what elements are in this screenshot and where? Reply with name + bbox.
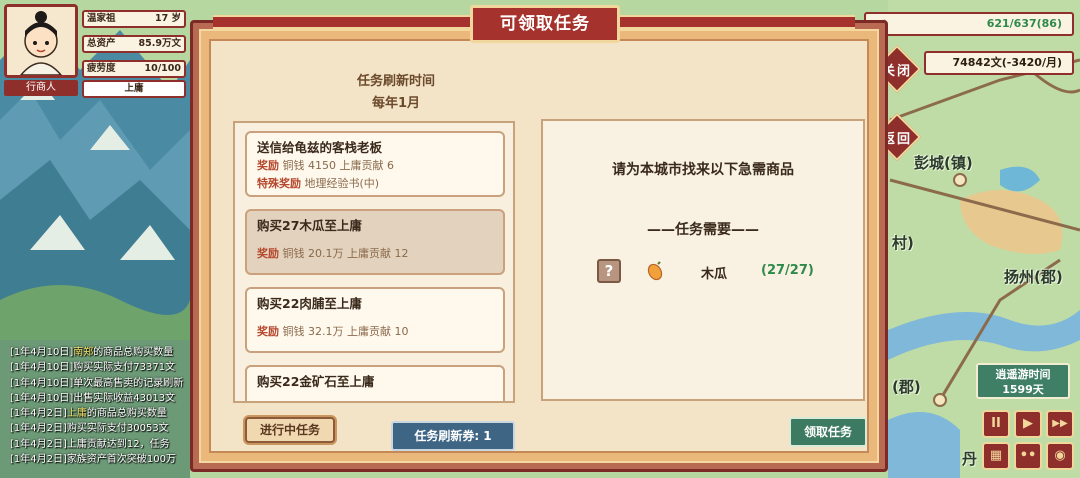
- dialog-frame: 任务刷新时间 每年1月 送信给龟兹的客栈老板 奖励 铜钱 4150 上庸贡献 6…: [199, 29, 879, 463]
- money-display: 74842文(-3420/月): [924, 51, 1074, 75]
- log-line: [1年4月2日]家族资产首次突破100万: [10, 454, 176, 466]
- task-title: 送信给龟兹的客栈老板: [257, 140, 383, 155]
- dialog-body: 任务刷新时间 每年1月 送信给龟兹的客栈老板 奖励 铜钱 4150 上庸贡献 6…: [209, 39, 869, 453]
- character-age: 17 岁: [154, 13, 181, 24]
- role-label: 行商人: [4, 80, 78, 96]
- assets-row: 总资产 85.9万文: [82, 35, 186, 53]
- event-log: [1年4月10日]南郑的商品总购买数量 [1年4月10日]购买实际支付73371…: [10, 345, 200, 467]
- task-dialog: 任务刷新时间 每年1月 送信给龟兹的客栈老板 奖励 铜钱 4150 上庸贡献 6…: [190, 5, 888, 472]
- assets-label: 总资产: [87, 38, 116, 49]
- task-list[interactable]: 送信给龟兹的客栈老板 奖励 铜钱 4150 上庸贡献 6 特殊奖励 地理经验书(…: [233, 121, 515, 403]
- caravan-capacity[interactable]: ♘ 621/637(86): [864, 12, 1074, 36]
- task-reward: 奖励 铜钱 20.1万 上庸贡献 12: [257, 247, 409, 260]
- in-progress-tasks-button[interactable]: 进行中任务: [245, 417, 335, 443]
- refresh-time-value: 每年1月: [371, 96, 421, 111]
- papaya-icon: [647, 261, 663, 281]
- fatigue-label: 疲劳度: [87, 63, 116, 74]
- travel-time-box: 逍遥游时间 1599天: [976, 363, 1070, 399]
- log-line: [1年4月10日]单次最高售卖的记录刷新: [10, 377, 184, 389]
- task-title: 购买22金矿石至上庸: [257, 374, 375, 389]
- refresh-ticket-button[interactable]: 任务刷新券: 1: [391, 421, 515, 451]
- task-reward: 奖励 铜钱 32.1万 上庸贡献 10: [257, 325, 409, 338]
- log-line: [1年4月10日]购买实际支付73371文: [10, 362, 176, 374]
- assets-value: 85.9万文: [138, 38, 181, 49]
- task-card[interactable]: 购买22金矿石至上庸: [245, 365, 505, 401]
- request-panel: 请为本城市找来以下急需商品 ——任务需要—— ? 木瓜 (27/27): [541, 119, 865, 401]
- location-row: 上庸: [82, 80, 186, 98]
- location-pin-icon[interactable]: ◉: [1046, 442, 1074, 470]
- fatigue-value: 10/100: [144, 63, 181, 74]
- travel-time-value: 1599天: [1002, 383, 1044, 396]
- current-location: 上庸: [124, 83, 144, 94]
- pause-button[interactable]: II: [982, 410, 1010, 438]
- task-title: 购买22肉脯至上庸: [257, 296, 362, 311]
- city-partial-cun[interactable]: 村): [892, 232, 914, 253]
- log-line: [1年4月2日]上庸贡献达到12，任务: [10, 438, 170, 450]
- log-line: [1年4月2日]上庸的商品总购买数量: [10, 408, 167, 420]
- task-card[interactable]: 购买22肉脯至上庸 奖励 铜钱 32.1万 上庸贡献 10: [245, 287, 505, 353]
- city-pengcheng[interactable]: 彭城(镇): [914, 152, 973, 173]
- play-button[interactable]: ▶: [1014, 410, 1042, 438]
- travel-time-label: 逍遥游时间: [995, 368, 1051, 381]
- character-avatar-icon: [7, 7, 75, 75]
- map-icon[interactable]: ▦: [982, 442, 1010, 470]
- caravan-capacity-value: 621/637(86): [986, 17, 1062, 30]
- task-reward: 奖励 铜钱 4150 上庸贡献 6: [257, 159, 394, 172]
- title-bar-right: [619, 15, 855, 29]
- city-partial-dan[interactable]: 丹: [962, 448, 977, 469]
- dialog-title: 可领取任务: [470, 5, 620, 43]
- task-title: 购买27木瓜至上庸: [257, 218, 362, 233]
- city-yangzhou[interactable]: 扬州(郡): [1004, 266, 1063, 287]
- city-partial-jun[interactable]: (郡): [892, 376, 921, 397]
- character-name: 温家祖: [87, 13, 116, 24]
- character-panel[interactable]: 行商人 温家祖 17 岁 总资产 85.9万文 疲劳度 10/100 上庸: [4, 4, 186, 98]
- unknown-item-icon[interactable]: ?: [597, 259, 621, 283]
- item-name: 木瓜: [701, 267, 728, 282]
- accept-task-button[interactable]: 领取任务: [789, 417, 867, 447]
- log-line: [1年4月10日]出售实际收益43013文: [10, 392, 176, 404]
- task-card[interactable]: 送信给龟兹的客栈老板 奖励 铜钱 4150 上庸贡献 6 特殊奖励 地理经验书(…: [245, 131, 505, 197]
- footprint-icon[interactable]: ••: [1014, 442, 1042, 470]
- request-title: 请为本城市找来以下急需商品: [612, 162, 794, 178]
- need-header: ——任务需要——: [647, 222, 759, 238]
- refresh-time-label: 任务刷新时间: [356, 74, 435, 89]
- item-count: (27/27): [761, 263, 814, 278]
- log-line: [1年4月10日]南郑的商品总购买数量: [10, 347, 174, 358]
- name-row: 温家祖 17 岁: [82, 10, 186, 28]
- character-portrait[interactable]: [4, 4, 78, 78]
- fast-forward-button[interactable]: ▶▶: [1046, 410, 1074, 438]
- fatigue-row: 疲劳度 10/100: [82, 60, 186, 78]
- task-special-reward: 特殊奖励 地理经验书(中): [257, 177, 380, 190]
- refresh-time: 任务刷新时间 每年1月: [311, 71, 481, 115]
- log-line: [1年4月2日]购买实际支付30053文: [10, 423, 169, 435]
- task-card-selected[interactable]: 购买27木瓜至上庸 奖励 铜钱 20.1万 上庸贡献 12: [245, 209, 505, 275]
- title-bar-left: [213, 15, 471, 29]
